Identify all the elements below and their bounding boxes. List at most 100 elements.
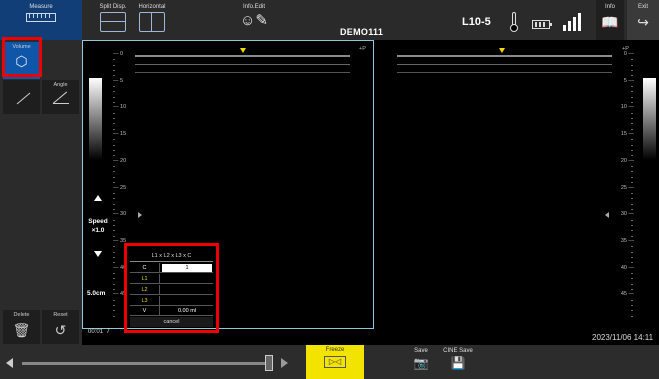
- depth-minor-tick: [631, 123, 633, 125]
- battery-icon: [532, 20, 552, 29]
- exit-button[interactable]: Exit ↪: [627, 0, 659, 40]
- depth-minor-tick: [631, 192, 633, 194]
- depth-minor-tick: [631, 91, 633, 93]
- camera-icon: 📷: [413, 356, 429, 370]
- depth-tick-label: 45 —: [620, 291, 634, 298]
- delete-button[interactable]: Delete 🗑: [3, 310, 40, 344]
- measure-button[interactable]: Measure: [0, 0, 82, 40]
- depth-tick-label: 40 —: [620, 264, 634, 271]
- angle-label: Angle: [53, 82, 68, 88]
- depth-tick-label: — 15: [113, 131, 127, 138]
- depth-minor-tick: [113, 166, 115, 168]
- freeze-icon: ▷◁: [324, 356, 346, 368]
- freeze-label: Freeze: [325, 347, 345, 353]
- depth-minor-tick: [113, 256, 115, 258]
- cine-prev-icon[interactable]: [6, 358, 13, 368]
- depth-minor-tick: [631, 155, 633, 157]
- depth-minor-tick: [113, 272, 115, 274]
- depth-minor-tick: [113, 171, 115, 173]
- depth-minor-tick: [631, 315, 633, 317]
- info-label: Info: [604, 4, 615, 10]
- cine-save-label: CINE Save: [443, 348, 473, 354]
- corner-mark-left: +P: [359, 46, 366, 52]
- split-display-button[interactable]: Split Disp.: [96, 0, 130, 40]
- volume-button-highlight: [2, 37, 42, 77]
- depth-minor-tick: [113, 224, 115, 226]
- probe-name: L10-5: [462, 16, 491, 28]
- depth-minor-tick: [113, 219, 115, 221]
- datetime: 2023/11/06 14:11: [592, 333, 654, 342]
- depth-tick-label: 15 —: [620, 131, 634, 138]
- trash-icon: 🗑: [12, 322, 31, 338]
- depth-minor-tick: [631, 235, 633, 237]
- measurement-panel: Volume ⬡ Angle Delete 🗑 Reset ↺: [0, 40, 82, 345]
- depth-minor-tick: [113, 230, 115, 232]
- depth-minor-tick: [631, 64, 633, 66]
- edit-person-icon: ☺✎: [240, 12, 268, 29]
- depth-tick-label: 30 —: [620, 211, 634, 218]
- depth-minor-tick: [113, 155, 115, 157]
- depth-minor-tick: [113, 203, 115, 205]
- line-measure-icon: [13, 92, 31, 106]
- depth-minor-tick: [113, 288, 115, 290]
- cine-slider-track[interactable]: [22, 362, 272, 365]
- depth-minor-tick: [631, 203, 633, 205]
- save-button[interactable]: Save 📷: [404, 345, 438, 379]
- depth-tick-label: — 10: [113, 104, 127, 111]
- depth-minor-tick: [631, 219, 633, 221]
- info-button[interactable]: Info 📖: [596, 0, 624, 40]
- depth-minor-tick: [631, 246, 633, 248]
- info-edit-button[interactable]: Info.Edit ☺✎: [236, 0, 272, 40]
- depth-minor-tick: [113, 91, 115, 93]
- split-display-label: Split Disp.: [99, 4, 127, 10]
- depth-minor-tick: [631, 176, 633, 178]
- speed-up-icon[interactable]: [94, 195, 102, 201]
- horizontal-button[interactable]: Horizontal: [135, 0, 169, 40]
- delete-label: Delete: [13, 312, 30, 318]
- angle-icon: [51, 90, 71, 106]
- depth-minor-tick: [631, 70, 633, 72]
- echo-line: [397, 55, 612, 57]
- depth-minor-tick: [631, 171, 633, 173]
- depth-minor-tick: [631, 118, 633, 120]
- depth-minor-tick: [631, 262, 633, 264]
- distance-button[interactable]: [3, 80, 40, 114]
- depth-minor-tick: [631, 150, 633, 152]
- depth-minor-tick: [631, 102, 633, 104]
- book-icon: 📖: [601, 14, 619, 30]
- echo-line: [397, 64, 612, 65]
- speed-down-icon[interactable]: [94, 251, 102, 257]
- speed-value: ×1.0: [91, 227, 105, 234]
- depth-minor-tick: [631, 166, 633, 168]
- depth-minor-tick: [113, 75, 115, 77]
- depth-minor-tick: [631, 198, 633, 200]
- depth-minor-tick: [113, 262, 115, 264]
- depth-tick-label: 10 —: [620, 104, 634, 111]
- cine-next-icon[interactable]: [281, 358, 288, 368]
- cine-slider-handle[interactable]: [265, 355, 273, 371]
- depth-minor-tick: [113, 315, 115, 317]
- depth-minor-tick: [631, 251, 633, 253]
- reset-button[interactable]: Reset ↺: [42, 310, 79, 344]
- exit-label: Exit: [637, 4, 648, 10]
- exit-icon: ↪: [637, 14, 649, 30]
- angle-button[interactable]: Angle: [42, 80, 79, 114]
- depth-minor-tick: [113, 96, 115, 98]
- depth-tick-label: 5 —: [623, 77, 634, 84]
- arrow-left-icon: [605, 212, 609, 218]
- depth-tick-label: — 25: [113, 184, 127, 191]
- cine-save-icon: 💾: [450, 356, 466, 370]
- freeze-button[interactable]: Freeze ▷◁: [306, 345, 364, 379]
- depth-minor-tick: [113, 59, 115, 61]
- depth-minor-tick: [113, 70, 115, 72]
- grayscale-bar-left: [89, 78, 102, 160]
- depth-minor-tick: [631, 139, 633, 141]
- depth-minor-tick: [631, 86, 633, 88]
- depth-minor-tick: [631, 283, 633, 285]
- depth-minor-tick: [113, 192, 115, 194]
- depth-minor-tick: [113, 299, 115, 301]
- echo-line: [135, 72, 350, 73]
- depth-minor-tick: [113, 182, 115, 184]
- depth-tick-label: — 5: [113, 77, 124, 84]
- cine-save-button[interactable]: CINE Save 💾: [440, 345, 476, 379]
